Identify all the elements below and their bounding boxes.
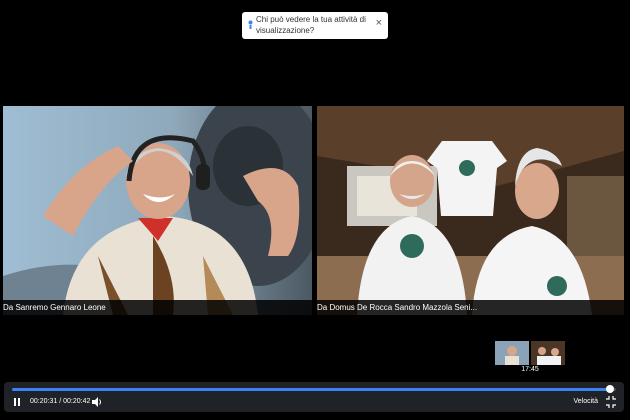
- thumbnail-image: [495, 341, 565, 365]
- close-icon[interactable]: ×: [376, 18, 382, 29]
- info-icon: [248, 20, 253, 29]
- progress-bar[interactable]: [12, 385, 616, 393]
- participant-caption: Da Sanremo Gennaro Leone: [3, 300, 312, 315]
- time-separator: /: [59, 398, 62, 405]
- pause-icon[interactable]: [12, 396, 22, 408]
- total-time: 00:20:42: [63, 398, 91, 405]
- participant-video-right: [317, 106, 624, 315]
- video-tile-right: Da Domus De Rocca Sandro Mazzola Seni...: [317, 106, 624, 315]
- video-thumbnail[interactable]: [495, 341, 565, 365]
- privacy-toast[interactable]: Chi può vedere la tua attività di visual…: [242, 12, 388, 39]
- current-time: 00:20:31: [30, 398, 58, 405]
- thumbnail-duration: 17:45: [521, 366, 539, 373]
- participant-caption: Da Domus De Rocca Sandro Mazzola Seni...: [317, 300, 624, 315]
- time-display: 00:20:31 / 00:20:42: [30, 396, 90, 408]
- toast-text: Chi può vedere la tua attività di visual…: [256, 15, 366, 35]
- volume-icon[interactable]: [92, 396, 102, 408]
- progress-handle[interactable]: [605, 385, 614, 393]
- fullscreen-icon[interactable]: [606, 396, 616, 408]
- video-tile-left: Da Sanremo Gennaro Leone: [3, 106, 312, 315]
- participant-video-left: [3, 106, 312, 315]
- progress-fill: [12, 388, 610, 391]
- speed-button[interactable]: Velocità: [573, 396, 598, 408]
- player-controls: 00:20:31 / 00:20:42 Velocità: [4, 382, 624, 412]
